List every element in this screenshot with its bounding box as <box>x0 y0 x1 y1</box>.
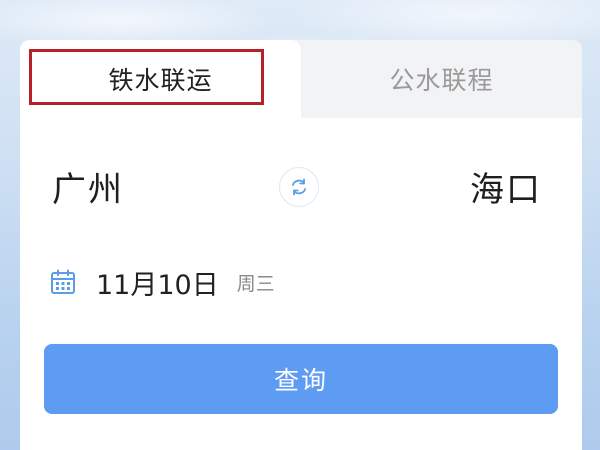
tab-rail-water-label: 铁水联运 <box>108 66 213 95</box>
booking-card: 铁水联运 公水联程 广州 海口 11月10日 周三 查询 <box>20 40 582 450</box>
date-value: 11月10日 <box>96 269 219 301</box>
swap-arrows-icon <box>292 178 306 196</box>
tab-road-water[interactable]: 公水联程 <box>301 40 582 118</box>
tab-rail-water[interactable]: 铁水联运 <box>20 40 301 118</box>
departure-city[interactable]: 广州 <box>52 162 124 211</box>
search-button-label: 查询 <box>273 366 328 395</box>
date-selector[interactable]: 11月10日 周三 <box>50 262 275 302</box>
search-button[interactable]: 查询 <box>44 344 558 414</box>
swap-cities-button[interactable] <box>279 167 319 207</box>
arrival-city[interactable]: 海口 <box>470 162 542 211</box>
calendar-icon <box>51 269 75 294</box>
tab-bar: 铁水联运 公水联程 <box>20 40 582 118</box>
tab-road-water-label: 公水联程 <box>389 66 494 95</box>
weekday-label: 周三 <box>236 272 275 295</box>
